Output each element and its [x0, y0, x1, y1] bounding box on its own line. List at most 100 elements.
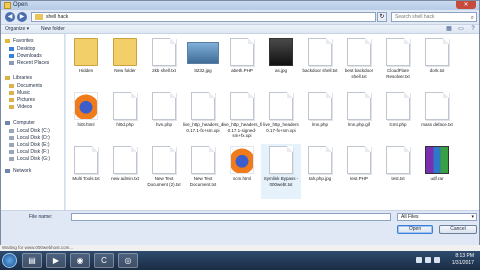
file-item[interactable]: hvn.php [144, 90, 184, 145]
file-item[interactable]: live_http_headers 0.17-fx+sm.xpi [261, 90, 301, 145]
firefox-task-icon[interactable]: ◎ [118, 253, 138, 268]
folder-icon [74, 38, 98, 66]
file-item[interactable]: best backdoor shell.txt [339, 36, 379, 91]
file-item[interactable]: Hidden [66, 36, 106, 91]
back-button[interactable]: ◀ [5, 12, 15, 22]
network-icon [5, 168, 10, 173]
file-item[interactable]: tah.php.jpg [300, 144, 340, 199]
media-task-icon[interactable]: ▶ [46, 253, 66, 268]
file-item[interactable]: CloudFlare Resolver.txt [378, 36, 418, 91]
cancel-button[interactable]: Cancel [439, 225, 477, 234]
file-item[interactable]: lmn.php [300, 90, 340, 145]
file-item[interactable]: new admin.txt [105, 144, 145, 199]
downloads-icon [9, 53, 14, 58]
videos-icon [9, 104, 14, 109]
nav-documents[interactable]: Documents [9, 83, 42, 89]
file-type-select[interactable]: All Files ▾ [397, 213, 477, 221]
volume-icon[interactable] [425, 257, 431, 263]
file-item[interactable]: hi0t.html [66, 90, 106, 145]
network-status-icon[interactable] [434, 257, 440, 263]
refresh-button[interactable]: ↻ [377, 12, 387, 22]
image-thumbnail-icon [187, 42, 219, 64]
nav-videos[interactable]: Videos [9, 104, 32, 110]
nav-drive-e[interactable]: Local Disk (E:) [9, 142, 50, 148]
filename-input[interactable] [71, 213, 391, 221]
file-item[interactable]: scm.html [222, 144, 262, 199]
tray-icon[interactable] [416, 257, 422, 263]
explorer-task-icon[interactable]: ▤ [22, 253, 42, 268]
filename-label: File name: [29, 214, 53, 220]
file-list: Hidden New folder 2kb shell.txt 8232.jpg… [66, 34, 479, 210]
library-icon [5, 75, 10, 80]
file-item[interactable]: New Text Document (2).txt [144, 144, 184, 199]
file-item[interactable]: live_http_headers_fixed_by_danielhd-0.17… [222, 90, 262, 145]
taskbar: ▤ ▶ ◉ C ◎ 8:13 PM 1/31/2017 [0, 251, 480, 270]
rar-archive-icon [425, 146, 449, 174]
chrome-task-icon[interactable]: ◉ [70, 253, 90, 268]
computer-icon [5, 120, 10, 125]
file-item[interactable]: lmn.php.gif [339, 90, 379, 145]
navigation-pane: Favorites Desktop Downloads Recent Place… [1, 34, 65, 210]
nav-drive-d[interactable]: Local Disk (D:) [9, 135, 50, 141]
nav-computer[interactable]: Computer [5, 120, 35, 126]
nav-pictures[interactable]: Pictures [9, 97, 35, 103]
drive-icon [9, 128, 14, 133]
help-icon[interactable]: ? [469, 26, 477, 33]
forward-button[interactable]: ▶ [17, 12, 27, 22]
file-item[interactable]: mass deface.txt [417, 90, 457, 145]
text-file-icon [152, 38, 176, 66]
file-item[interactable]: Multi Tools.txt [66, 144, 106, 199]
nav-network[interactable]: Network [5, 168, 31, 174]
nav-libraries[interactable]: Libraries [5, 75, 32, 81]
nav-downloads[interactable]: Downloads [9, 53, 42, 59]
recent-places-icon [9, 60, 14, 65]
nav-drive-f[interactable]: Local Disk (F:) [9, 149, 49, 155]
clock[interactable]: 8:13 PM 1/31/2017 [452, 253, 474, 267]
folder-icon [4, 2, 11, 9]
nav-music[interactable]: Music [9, 90, 30, 96]
nav-drive-g[interactable]: Local Disk (G:) [9, 156, 50, 162]
firefox-icon [230, 146, 254, 174]
file-item[interactable]: test.txt [378, 144, 418, 199]
new-folder-button[interactable]: New folder [41, 25, 65, 34]
organize-button[interactable]: Organize ▾ [5, 25, 29, 34]
preview-pane-icon[interactable]: ▭ [457, 26, 465, 33]
view-options-icon[interactable]: ▦ [445, 26, 453, 33]
file-item[interactable]: test.PHP [339, 144, 379, 199]
file-item[interactable]: backdoor shell.txt [300, 36, 340, 91]
file-item[interactable]: abeth.PHP [222, 36, 262, 91]
file-item-hovered[interactable]: Symlink Bypass - 000webt.txt [261, 144, 301, 199]
text-file-icon [386, 38, 410, 66]
nav-recent-places[interactable]: Recent Places [9, 60, 49, 66]
file-item[interactable]: hl0d.php [105, 90, 145, 145]
file-item[interactable]: udf.rar [417, 144, 457, 199]
address-path: shell hack [46, 14, 69, 20]
start-button[interactable] [2, 253, 17, 268]
xpi-file-icon [269, 92, 293, 120]
file-item[interactable]: New Text Document.txt [183, 144, 223, 199]
file-item[interactable]: 2kb shell.txt [144, 36, 184, 91]
app-task-icon[interactable]: C [94, 253, 114, 268]
text-file-icon [74, 146, 98, 174]
nav-drive-c[interactable]: Local Disk (C:) [9, 128, 50, 134]
file-item[interactable]: lcmt.php [378, 90, 418, 145]
file-item[interactable]: dork.txt [417, 36, 457, 91]
star-icon [5, 38, 10, 43]
file-item[interactable]: as.jpg [261, 36, 301, 91]
open-button[interactable]: Open [397, 225, 433, 234]
text-file-icon [269, 146, 293, 174]
close-button[interactable]: ✕ [456, 1, 476, 9]
php-file-icon [347, 146, 371, 174]
text-file-icon [191, 146, 215, 174]
file-item[interactable]: 8232.jpg [183, 36, 223, 91]
nav-favorites[interactable]: Favorites [5, 38, 34, 44]
firefox-icon [74, 92, 98, 120]
address-bar[interactable]: shell hack [31, 12, 376, 22]
php-file-icon [152, 92, 176, 120]
nav-desktop[interactable]: Desktop [9, 46, 35, 52]
gif-file-icon [347, 92, 371, 120]
file-item[interactable]: New folder [105, 36, 145, 91]
search-input[interactable]: Search shell hack ⌕ [391, 12, 477, 22]
file-item[interactable]: live_http_headers_clone 0.17.1-fx+sm.xpi [183, 90, 223, 145]
documents-icon [9, 83, 14, 88]
